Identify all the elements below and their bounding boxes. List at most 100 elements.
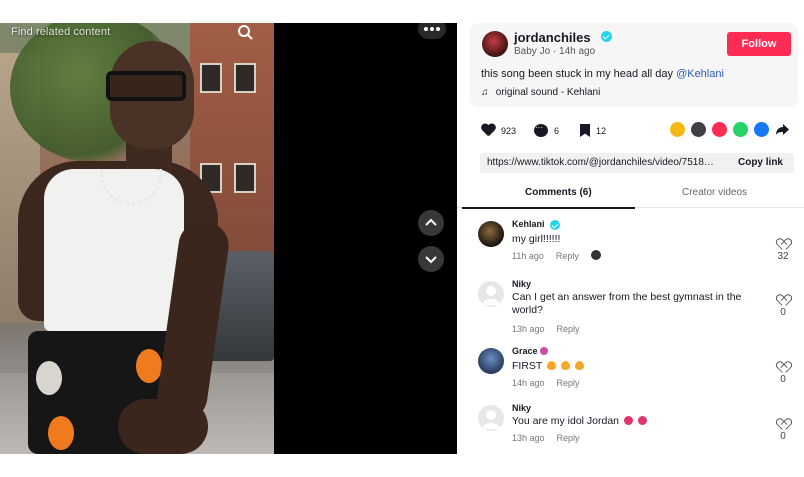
- music-row[interactable]: ♫ original sound - Kehlani: [481, 87, 600, 98]
- bookmark-icon[interactable]: [580, 124, 590, 137]
- previous-video-chevron-up-icon[interactable]: [418, 210, 444, 236]
- video-person: [18, 41, 232, 454]
- heart-outline-icon[interactable]: [777, 295, 789, 306]
- author-meta: Baby Jo · 14h ago: [514, 46, 595, 57]
- video-url[interactable]: https://www.tiktok.com/@jordanchiles/vid…: [487, 157, 719, 168]
- heart-icon[interactable]: [481, 124, 495, 137]
- comment-text: You are my idol Jordan: [512, 415, 755, 428]
- comment-meta: 13h ago Reply: [512, 324, 580, 334]
- reply-button[interactable]: Reply: [557, 378, 580, 388]
- author-avatar[interactable]: [482, 31, 508, 57]
- heart-outline-icon[interactable]: [777, 362, 789, 373]
- commenter-avatar[interactable]: [478, 405, 504, 431]
- facebook-icon[interactable]: [754, 122, 769, 137]
- comment-text: Can I get an answer from the best gymnas…: [512, 291, 742, 316]
- caption-mention-link[interactable]: @Kehlani: [676, 68, 724, 80]
- tab-comments[interactable]: Comments (6): [525, 187, 592, 198]
- post-info-card: jordanchiles Baby Jo · 14h ago Follow th…: [470, 23, 798, 107]
- video-player[interactable]: Find related content: [0, 23, 457, 454]
- comment-like-count: 0: [780, 431, 786, 442]
- commenter-name[interactable]: Niky: [512, 403, 531, 413]
- reply-button[interactable]: Reply: [557, 324, 580, 334]
- comment-meta: 13h ago Reply: [512, 433, 580, 443]
- comment-time: 11h ago: [512, 251, 544, 261]
- fire-emoji-icon: [574, 361, 584, 370]
- dot: [424, 27, 428, 31]
- music-note-icon: ♫: [481, 87, 489, 98]
- meta-separator: ·: [550, 46, 560, 57]
- comment-like-count: 0: [780, 307, 786, 318]
- reply-button[interactable]: Reply: [557, 433, 580, 443]
- fire-emoji-icon: [561, 361, 570, 370]
- lips-emoji-icon: [539, 347, 548, 355]
- comment-count: 6: [554, 125, 560, 136]
- post-caption: this song been stuck in my head all day …: [481, 68, 724, 80]
- dot: [430, 27, 434, 31]
- author-username[interactable]: jordanchiles: [514, 30, 591, 45]
- embed-icon[interactable]: [691, 122, 706, 137]
- find-related-content-label[interactable]: Find related content: [11, 26, 110, 38]
- author-nickname: Baby Jo: [514, 46, 551, 57]
- comment-like-count: 32: [777, 251, 789, 262]
- repost-icon[interactable]: [670, 122, 685, 137]
- comment-meta: 14h ago Reply: [512, 378, 580, 388]
- building-window: [234, 63, 256, 93]
- caption-text: this song been stuck in my head all day: [481, 68, 677, 80]
- commenter-name[interactable]: Grace: [512, 346, 548, 356]
- commenter-name-text: Grace: [512, 346, 538, 356]
- commenter-avatar[interactable]: [478, 348, 504, 374]
- pants-print: [36, 361, 62, 395]
- comment-text: my girl!!!!!!: [512, 233, 561, 245]
- like-stat[interactable]: 923: [481, 124, 516, 137]
- whatsapp-icon[interactable]: [733, 122, 748, 137]
- commenter-name[interactable]: Kehlani: [512, 219, 545, 229]
- reply-button[interactable]: Reply: [556, 251, 579, 261]
- comment-time: 13h ago: [512, 324, 545, 334]
- heart-outline-icon[interactable]: [777, 419, 789, 430]
- pants-print: [48, 416, 74, 450]
- building-window: [234, 163, 256, 193]
- dot: [436, 27, 440, 31]
- person-glasses: [106, 71, 186, 101]
- save-count: 12: [596, 125, 607, 136]
- post-time: 14h ago: [559, 46, 596, 57]
- comment-time: 13h ago: [512, 433, 545, 443]
- fire-emoji-icon: [547, 361, 557, 370]
- commenter-name[interactable]: Niky: [512, 279, 531, 289]
- active-tab-underline: [462, 207, 635, 209]
- panel-tabs: Comments (6) Creator videos: [457, 183, 804, 208]
- pants-print: [136, 349, 162, 383]
- verified-badge-icon: [550, 220, 560, 230]
- creator-liked-avatar: [591, 250, 602, 260]
- search-icon[interactable]: [236, 23, 256, 43]
- copy-link-button[interactable]: Copy link: [738, 157, 783, 168]
- next-video-chevron-down-icon[interactable]: [418, 246, 444, 272]
- share-arrow-icon[interactable]: [775, 122, 790, 137]
- details-panel: jordanchiles Baby Jo · 14h ago Follow th…: [457, 23, 804, 454]
- save-stat[interactable]: 12: [580, 124, 606, 137]
- share-link-box: https://www.tiktok.com/@jordanchiles/vid…: [480, 153, 794, 173]
- video-frame[interactable]: Find related content: [0, 23, 274, 454]
- comment-time: 14h ago: [512, 378, 545, 388]
- like-count: 923: [501, 125, 517, 136]
- comment-like-count: 0: [780, 374, 786, 385]
- commenter-avatar[interactable]: [478, 281, 504, 307]
- tiktok-page: Find related content jordanchiles Baby J…: [0, 0, 804, 477]
- comment-text-value: You are my idol Jordan: [512, 415, 620, 427]
- send-icon[interactable]: [712, 122, 727, 137]
- comment-stat[interactable]: 6: [534, 123, 560, 137]
- follow-button[interactable]: Follow: [727, 32, 791, 56]
- comment-meta: 11h ago Reply: [512, 250, 602, 261]
- commenter-avatar[interactable]: [478, 221, 504, 247]
- tab-creator-videos[interactable]: Creator videos: [682, 187, 747, 198]
- comment-icon[interactable]: [534, 123, 548, 137]
- person-hand: [118, 399, 208, 454]
- heart-emoji-icon: [623, 416, 633, 425]
- comment-text-value: FIRST: [512, 360, 543, 372]
- heart-emoji-icon: [637, 416, 647, 425]
- more-options-icon[interactable]: [418, 23, 446, 39]
- verified-badge-icon: [601, 31, 612, 42]
- music-title[interactable]: original sound - Kehlani: [496, 87, 601, 98]
- heart-outline-icon[interactable]: [777, 239, 789, 250]
- comment-text: FIRST: [512, 360, 755, 373]
